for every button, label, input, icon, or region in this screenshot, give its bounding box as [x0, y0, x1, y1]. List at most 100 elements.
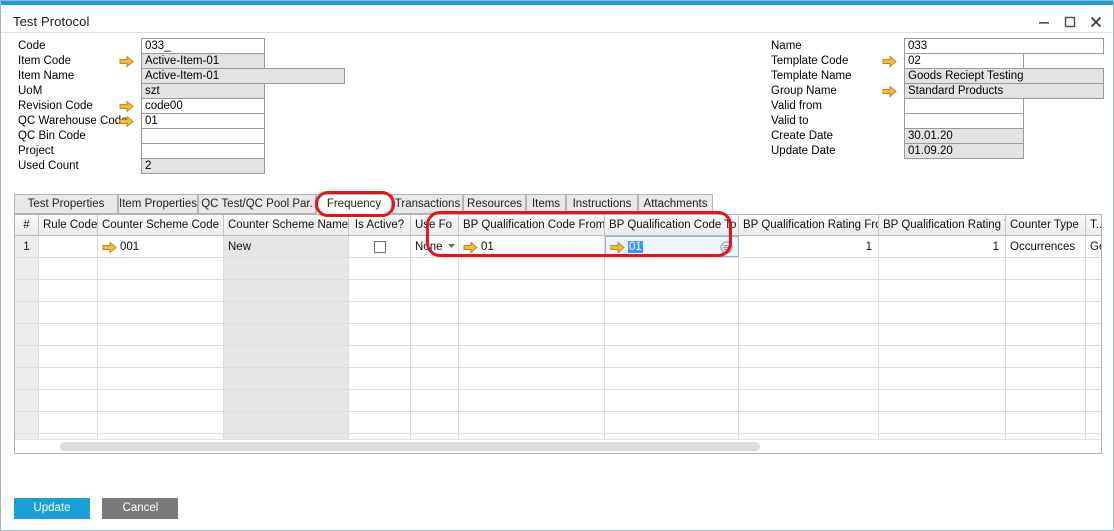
cell-empty[interactable]: [98, 390, 224, 411]
cell-empty[interactable]: [605, 412, 739, 433]
cell-empty[interactable]: [879, 324, 1006, 345]
cell-empty[interactable]: [739, 302, 879, 323]
grid-header-idx[interactable]: #: [15, 215, 39, 235]
cell-trunc[interactable]: Goc: [1086, 236, 1102, 257]
cell-empty[interactable]: [1086, 280, 1102, 301]
cell-empty[interactable]: [459, 412, 605, 433]
cell-empty[interactable]: [1086, 368, 1102, 389]
cell-empty[interactable]: [1086, 346, 1102, 367]
cell-empty[interactable]: [224, 324, 349, 345]
table-row-empty[interactable]: [15, 280, 1101, 302]
cell-empty[interactable]: [411, 390, 459, 411]
cell-bp-code-to[interactable]: 01: [605, 236, 739, 257]
cell-empty[interactable]: [1006, 346, 1086, 367]
cell-empty[interactable]: [1006, 412, 1086, 433]
maximize-icon[interactable]: [1057, 11, 1083, 33]
cell-empty[interactable]: [224, 302, 349, 323]
cell-empty[interactable]: [349, 324, 411, 345]
cell-empty[interactable]: [459, 302, 605, 323]
cell-empty[interactable]: [739, 324, 879, 345]
cell-rule-code[interactable]: [39, 236, 98, 257]
cell-empty[interactable]: [15, 412, 39, 433]
cell-empty[interactable]: [39, 412, 98, 433]
link-arrow-icon[interactable]: [119, 115, 134, 128]
cell-empty[interactable]: [39, 280, 98, 301]
form-field-project[interactable]: [141, 143, 265, 159]
tab-frequency[interactable]: Frequency: [316, 194, 392, 214]
cell-empty[interactable]: [739, 390, 879, 411]
cell-empty[interactable]: [411, 324, 459, 345]
table-row-empty[interactable]: [15, 412, 1101, 434]
cell-empty[interactable]: [739, 258, 879, 279]
cell-scheme-code[interactable]: 001: [98, 236, 224, 257]
cell-empty[interactable]: [349, 390, 411, 411]
cell-bp-code-from[interactable]: 01: [459, 236, 605, 257]
cell-empty[interactable]: [739, 368, 879, 389]
table-row-empty[interactable]: [15, 390, 1101, 412]
form-field-valid-to[interactable]: [904, 113, 1024, 129]
cell-empty[interactable]: [39, 390, 98, 411]
cell-empty[interactable]: [411, 412, 459, 433]
cell-empty[interactable]: [605, 368, 739, 389]
link-arrow-icon[interactable]: [882, 85, 897, 98]
cell-empty[interactable]: [15, 302, 39, 323]
cell-empty[interactable]: [879, 302, 1006, 323]
cell-empty[interactable]: [739, 280, 879, 301]
cell-empty[interactable]: [39, 346, 98, 367]
cell-empty[interactable]: [605, 324, 739, 345]
table-row-empty[interactable]: [15, 346, 1101, 368]
tab-qc-test-qc-pool-par[interactable]: QC Test/QC Pool Par.: [198, 194, 316, 214]
cell-empty[interactable]: [879, 368, 1006, 389]
cell-empty[interactable]: [459, 346, 605, 367]
tab-resources[interactable]: Resources: [463, 194, 526, 214]
cell-empty[interactable]: [98, 280, 224, 301]
cell-empty[interactable]: [1086, 412, 1102, 433]
table-row[interactable]: 1001NewNone010111OccurrencesGoc: [15, 236, 1101, 258]
link-arrow-icon[interactable]: [119, 55, 134, 68]
form-field-valid-from[interactable]: [904, 98, 1024, 114]
cell-empty[interactable]: [459, 258, 605, 279]
link-arrow-icon[interactable]: [610, 241, 624, 253]
cell-empty[interactable]: [15, 258, 39, 279]
cell-empty[interactable]: [98, 412, 224, 433]
cell-empty[interactable]: [15, 280, 39, 301]
cell-empty[interactable]: [1006, 324, 1086, 345]
cell-empty[interactable]: [879, 258, 1006, 279]
table-row-empty[interactable]: [15, 368, 1101, 390]
tab-transactions[interactable]: Transactions: [392, 194, 463, 214]
cell-empty[interactable]: [98, 346, 224, 367]
form-field-name[interactable]: 033: [904, 38, 1104, 54]
cell-empty[interactable]: [224, 368, 349, 389]
form-field-code[interactable]: 033_: [141, 38, 265, 54]
cell-use-for[interactable]: None: [411, 236, 459, 257]
grid-header-bp-code-from[interactable]: BP Qualification Code From: [459, 215, 605, 235]
grid-header-bp-rating-to[interactable]: BP Qualification Rating To: [879, 215, 1006, 235]
cell-empty[interactable]: [224, 258, 349, 279]
is-active-checkbox[interactable]: [374, 241, 386, 253]
table-row-empty[interactable]: [15, 302, 1101, 324]
cell-bp-rating-from[interactable]: 1: [739, 236, 879, 257]
grid-header-trunc[interactable]: T..: [1086, 215, 1102, 235]
form-field-qc-warehouse-code[interactable]: 01: [141, 113, 265, 129]
cell-empty[interactable]: [15, 368, 39, 389]
cell-empty[interactable]: [1006, 368, 1086, 389]
tab-instructions[interactable]: Instructions: [566, 194, 638, 214]
close-icon[interactable]: [1083, 11, 1109, 33]
table-row-empty[interactable]: [15, 258, 1101, 280]
cell-empty[interactable]: [15, 390, 39, 411]
cell-empty[interactable]: [459, 368, 605, 389]
cell-empty[interactable]: [605, 390, 739, 411]
link-arrow-icon[interactable]: [119, 100, 134, 113]
tab-test-properties[interactable]: Test Properties: [14, 194, 118, 214]
grid-header-scheme-name[interactable]: Counter Scheme Name: [224, 215, 349, 235]
cell-empty[interactable]: [349, 258, 411, 279]
grid-header-rule-code[interactable]: Rule Code: [39, 215, 98, 235]
grid-header-use-for[interactable]: Use Fo: [411, 215, 459, 235]
cell-empty[interactable]: [411, 258, 459, 279]
cancel-button[interactable]: Cancel: [102, 498, 178, 519]
cell-empty[interactable]: [411, 280, 459, 301]
cell-is-active[interactable]: [349, 236, 411, 257]
cell-empty[interactable]: [224, 280, 349, 301]
cell-empty[interactable]: [349, 346, 411, 367]
cell-empty[interactable]: [1006, 258, 1086, 279]
